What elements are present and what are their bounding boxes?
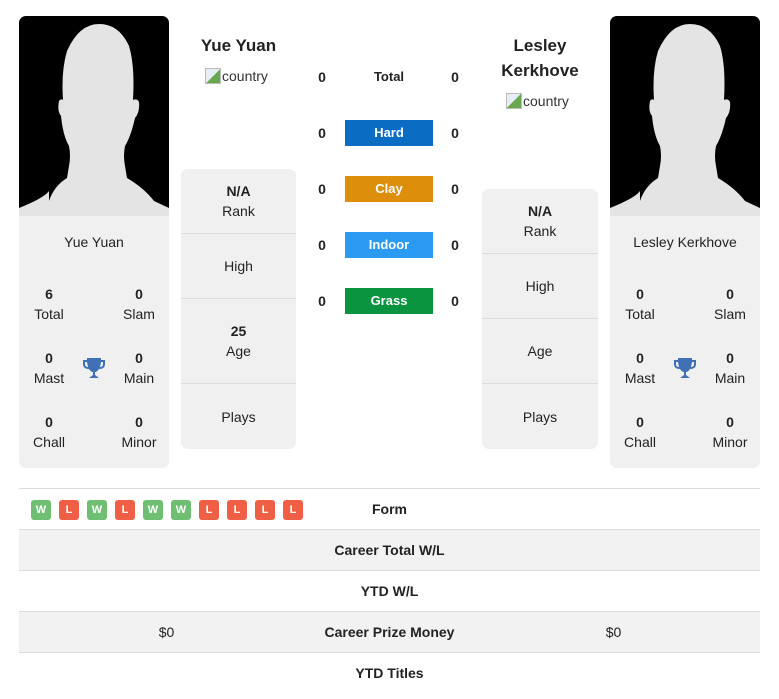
right-high: High [482,254,598,319]
right-rank: N/A Rank [482,189,598,254]
left-titles-total: 6 Total [34,286,64,322]
right-player-photo [610,16,760,216]
left-player-card-name: Yue Yuan [64,234,124,250]
left-titles-main: 0 Main [123,350,155,386]
broken-image-icon [506,93,522,109]
left-high: High [181,234,296,299]
surface-badge-indoor[interactable]: Indoor [345,232,433,258]
stat-row-ytd-titles: YTD Titles [19,652,760,693]
right-info-panel: N/A Rank High Age Plays [482,189,598,449]
left-titles-mast: 0 Mast [33,350,65,386]
surface-row-clay: 0 Clay 0 [310,176,470,202]
right-titles-grid: 0 Total 0 Slam 0 Mast 0 Main 0 Chall 0 M… [610,268,760,468]
right-plays: Plays [522,408,558,425]
stat-row-career-total-wl: Career Total W/L [19,529,760,570]
right-titles-chall: 0 Chall [624,414,656,450]
right-player-card: Lesley Kerkhove 0 Total 0 Slam 0 Mast 0 … [610,16,760,468]
right-titles-total: 0 Total [625,286,655,322]
surface-row-total: 0 Total 0 [310,64,470,90]
surface-badge-hard[interactable]: Hard [345,120,433,146]
surface-row-indoor: 0 Indoor 0 [310,232,470,258]
player-silhouette-icon [19,24,169,216]
surface-badge-total: Total [373,69,405,84]
broken-image-icon [205,68,221,84]
right-titles-mast: 0 Mast [624,350,656,386]
right-prize-money: $0 [605,624,622,640]
player-silhouette-icon [610,24,760,216]
trophy-icon [83,358,105,378]
stat-row-ytd-wl: YTD W/L [19,570,760,611]
left-player-country: country [205,68,268,84]
surface-badge-grass[interactable]: Grass [345,288,433,314]
left-player-photo [19,16,169,216]
left-titles-grid: 6 Total 0 Slam 0 Mast 0 Main 0 Chall 0 M… [19,268,169,468]
right-player-card-name: Lesley Kerkhove [633,234,737,250]
left-player-card: Yue Yuan 6 Total 0 Slam 0 Mast 0 Main 0 … [19,16,169,468]
trophy-icon [674,358,696,378]
right-titles-minor: 0 Minor [712,414,748,450]
right-age: Age [482,319,598,384]
left-rank: N/A Rank [181,169,296,234]
left-titles-chall: 0 Chall [33,414,65,450]
surface-row-hard: 0 Hard 0 [310,120,470,146]
right-titles-main: 0 Main [714,350,746,386]
stat-label-form: Form [372,501,407,517]
left-player-name[interactable]: Yue Yuan [181,33,296,58]
stat-row-form: WLWLWWLLLL Form [19,488,760,529]
left-plays: Plays [221,408,256,425]
left-titles-minor: 0 Minor [121,414,157,450]
right-player-name[interactable]: Lesley Kerkhove [482,33,598,83]
right-player-country: country [506,93,569,109]
left-info-panel: N/A Rank High 25 Age Plays [181,169,296,449]
surface-badge-clay[interactable]: Clay [345,176,433,202]
right-titles-slam: 0 Slam [714,286,746,322]
stat-row-career-prize-money: $0 Career Prize Money $0 [19,611,760,652]
surface-row-grass: 0 Grass 0 [310,288,470,314]
left-age: 25 Age [181,299,296,384]
left-titles-slam: 0 Slam [123,286,155,322]
